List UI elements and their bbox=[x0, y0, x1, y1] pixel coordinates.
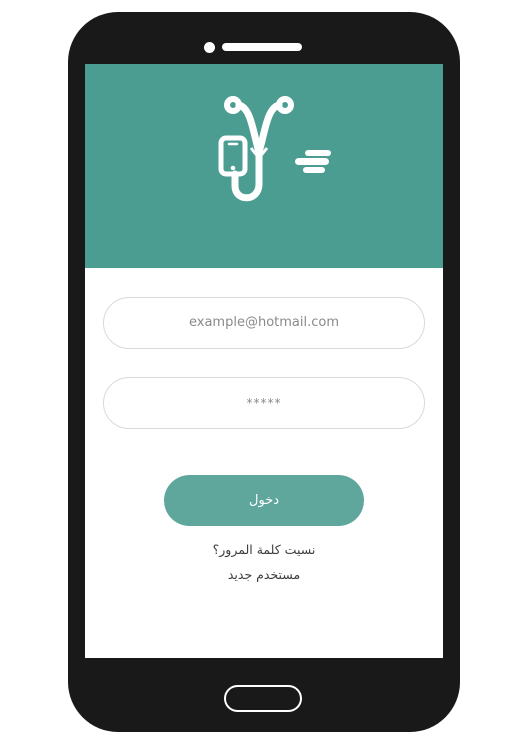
forgot-password-link[interactable]: نسيت كلمة المرور؟ bbox=[85, 542, 443, 557]
app-screen: example@hotmail.com ***** دخول نسيت كلمة… bbox=[85, 64, 443, 658]
phone-frame: example@hotmail.com ***** دخول نسيت كلمة… bbox=[68, 12, 460, 732]
password-field[interactable]: ***** bbox=[103, 377, 425, 429]
password-placeholder: ***** bbox=[246, 396, 282, 410]
stethoscope-phone-icon bbox=[218, 96, 331, 202]
home-button-icon[interactable] bbox=[224, 685, 302, 712]
speaker-icon bbox=[222, 43, 302, 51]
camera-icon bbox=[204, 42, 215, 53]
email-field[interactable]: example@hotmail.com bbox=[103, 297, 425, 349]
app-header bbox=[85, 64, 443, 268]
new-user-link[interactable]: مستخدم جديد bbox=[85, 567, 443, 582]
login-button[interactable]: دخول bbox=[164, 475, 364, 526]
email-placeholder: example@hotmail.com bbox=[189, 315, 339, 330]
